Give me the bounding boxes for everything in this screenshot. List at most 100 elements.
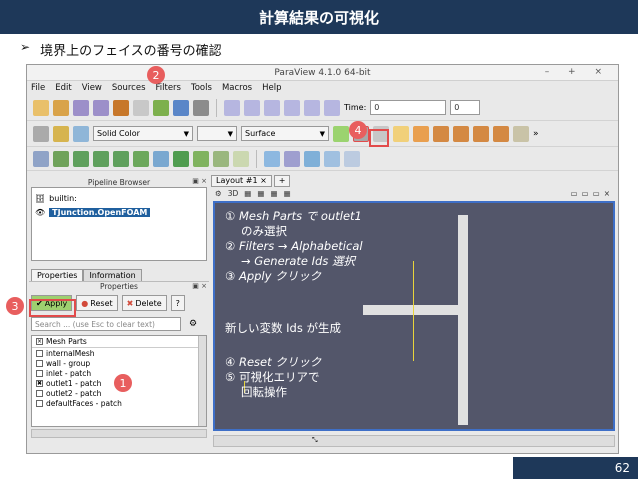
reset-camera-icon[interactable] (333, 125, 349, 142)
component-select[interactable]: ▼ (197, 126, 237, 141)
eye-icon[interactable]: 👁 (35, 208, 45, 217)
group-icon[interactable] (213, 150, 229, 167)
camera-undo-icon[interactable]: ▦ (244, 189, 251, 198)
extract-subset-icon[interactable] (133, 150, 149, 167)
view-3d-button[interactable]: 3D (228, 189, 239, 198)
list-item[interactable]: defaultFaces - patch (32, 398, 206, 408)
menu-view[interactable]: View (82, 83, 102, 93)
list-item[interactable]: internalMesh (32, 348, 206, 358)
select-frustum-icon[interactable] (304, 150, 320, 167)
checkbox[interactable] (36, 369, 43, 377)
loop-icon[interactable] (324, 99, 340, 116)
redo-icon[interactable] (133, 99, 149, 116)
select-points-icon[interactable] (284, 150, 300, 167)
menu-tools[interactable]: Tools (191, 83, 212, 93)
split-view-buttons-icon[interactable]: ▭▭▭× (570, 189, 618, 198)
first-frame-icon[interactable] (224, 99, 240, 116)
reset-range-icon[interactable] (73, 125, 89, 142)
next-frame-icon[interactable] (284, 99, 300, 116)
menu-macros[interactable]: Macros (222, 83, 252, 93)
select-cells-icon[interactable] (264, 150, 280, 167)
view-y-plus-icon[interactable] (433, 125, 449, 142)
pipeline-source[interactable]: 👁 TJunction.OpenFOAM (35, 205, 203, 219)
select-surface-icon[interactable]: ▦ (270, 189, 277, 198)
prev-frame-icon[interactable] (244, 99, 260, 116)
color-by-select[interactable]: Solid Color ▼ (93, 126, 193, 141)
select-block-icon[interactable] (324, 150, 340, 167)
list-item[interactable]: wall - group (32, 358, 206, 368)
help-button[interactable]: ? (170, 295, 185, 311)
contour-icon[interactable] (53, 150, 69, 167)
view-options-icon[interactable]: ⚙ (215, 189, 222, 198)
glyph-icon[interactable] (153, 150, 169, 167)
help-icon[interactable] (173, 99, 189, 116)
properties-search-input[interactable]: Search ... (use Esc to clear text) (31, 317, 181, 331)
save-icon[interactable] (53, 99, 69, 116)
dock-buttons-icon[interactable]: ▣ × (192, 282, 207, 290)
menu-sources[interactable]: Sources (112, 83, 146, 93)
view-z-minus-icon[interactable] (493, 125, 509, 142)
tab-layout-1[interactable]: Layout #1 × (211, 175, 272, 187)
zoom-to-data-highlight (369, 129, 389, 147)
checkbox-checked[interactable]: ✖ (36, 379, 43, 387)
tab-properties[interactable]: Properties (31, 269, 84, 281)
edit-color-map-icon[interactable] (53, 125, 69, 142)
tab-information[interactable]: Information (83, 269, 142, 281)
camera-icon[interactable] (153, 99, 169, 116)
expand-icon[interactable]: ⤡ (312, 436, 318, 445)
vertical-scrollbar[interactable] (198, 336, 206, 426)
mesh-header-label: Mesh Parts (46, 337, 87, 346)
camera-redo-icon[interactable]: ▦ (257, 189, 264, 198)
checkbox[interactable] (36, 349, 43, 357)
checkbox[interactable] (36, 389, 43, 397)
disconnect-icon[interactable] (93, 99, 109, 116)
time-index-field[interactable]: 0 (450, 100, 481, 115)
threshold-icon[interactable] (113, 150, 129, 167)
pipeline-root[interactable]: 🗄 builtin: (35, 191, 203, 205)
rotate-icon[interactable] (513, 125, 529, 142)
time-value-field[interactable]: 0 (370, 100, 447, 115)
list-item-label: inlet - patch (46, 368, 92, 378)
add-layout-button[interactable]: + (273, 175, 291, 187)
extract-level-icon[interactable] (233, 150, 249, 167)
gear-icon[interactable]: ⚙ (189, 319, 197, 329)
clear-selection-icon[interactable] (344, 150, 360, 167)
menu-edit[interactable]: Edit (55, 83, 71, 93)
menu-filters[interactable]: Filters (156, 83, 181, 93)
undo-icon[interactable] (113, 99, 129, 116)
view-z-plus-icon[interactable] (473, 125, 489, 142)
warp-icon[interactable] (193, 150, 209, 167)
toolbar-divider (216, 98, 217, 117)
horizontal-scrollbar[interactable] (31, 429, 207, 438)
representation-select[interactable]: Surface ▼ (241, 126, 329, 141)
menu-help[interactable]: Help (262, 83, 281, 93)
menu-file[interactable]: File (31, 83, 45, 93)
view-y-minus-icon[interactable] (453, 125, 469, 142)
delete-button[interactable]: ✖ Delete (121, 295, 167, 311)
stream-tracer-icon[interactable] (173, 150, 189, 167)
open-icon[interactable] (33, 99, 49, 116)
play-icon[interactable] (264, 99, 280, 116)
clip-icon[interactable] (73, 150, 89, 167)
settings-icon[interactable] (193, 99, 209, 116)
mesh-parts-header[interactable]: × Mesh Parts (32, 336, 206, 348)
calculator-icon[interactable] (33, 150, 49, 167)
checkbox[interactable] (36, 359, 43, 367)
dock-buttons-icon[interactable]: ▣ × (192, 177, 207, 185)
mesh-header-checkbox[interactable]: × (36, 338, 43, 345)
more-icon[interactable]: » (533, 129, 539, 139)
slice-icon[interactable] (93, 150, 109, 167)
delete-icon: ✖ (126, 298, 134, 308)
toggle-color-legend-icon[interactable] (33, 125, 49, 142)
reset-button[interactable]: ● Reset (76, 295, 118, 311)
connect-icon[interactable] (73, 99, 89, 116)
view-x-minus-icon[interactable] (413, 125, 429, 142)
checkbox[interactable] (36, 399, 43, 407)
window-titlebar: ParaView 4.1.0 64-bit – + × (27, 65, 618, 81)
window-controls[interactable]: – + × (545, 67, 610, 77)
render-viewport[interactable]: ① Mesh Parts で outlet1 のみ選択 ② Filters → … (213, 201, 615, 431)
last-frame-icon[interactable] (304, 99, 320, 116)
view-x-plus-icon[interactable] (393, 125, 409, 142)
slide-bullet: ➢ 境界上のフェイスの番号の確認 (20, 40, 222, 59)
select-points-view-icon[interactable]: ▦ (284, 189, 291, 198)
